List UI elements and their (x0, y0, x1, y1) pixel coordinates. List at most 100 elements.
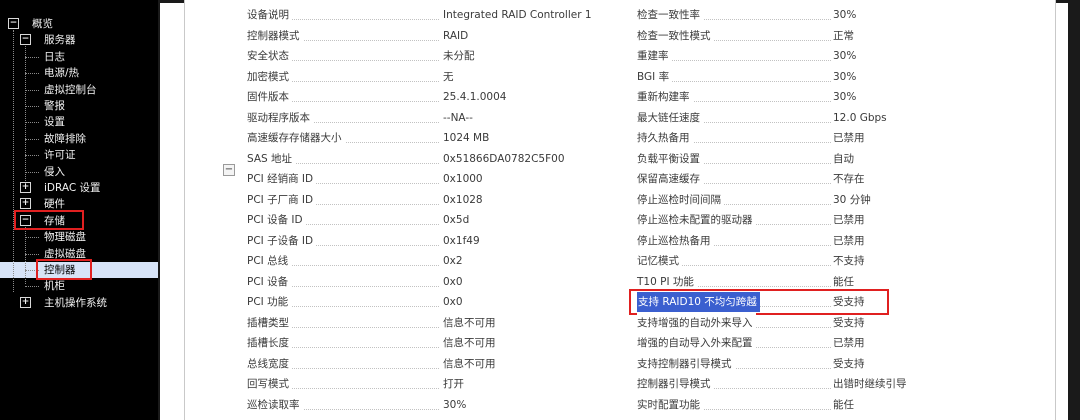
sidebar-item-alerts[interactable]: 警报 (44, 98, 65, 114)
controller-properties-panel: − 设备说明 Integrated RAID Controller 1 控制器模式 R… (184, 0, 1056, 420)
property-value: 未分配 (443, 50, 475, 62)
sidebar-item-idrac-settings[interactable]: iDRAC 设置 (44, 180, 101, 196)
sidebar-item-troubleshooting[interactable]: 故障排除 (44, 131, 86, 147)
property-row: 安全状态 未分配 (247, 46, 547, 66)
property-row: 支持增强的自动外来导入 受支持 (637, 312, 937, 333)
expand-toggle-idrac-settings[interactable]: + (20, 182, 31, 193)
property-value: 已禁用 (833, 234, 865, 247)
selected-row-highlight (0, 262, 158, 278)
property-label: PCI 经销商 ID (247, 169, 317, 189)
main-content: − 设备说明 Integrated RAID Controller 1 控制器模式 R… (160, 0, 1080, 420)
property-value: 12.0 Gbps (833, 111, 887, 124)
property-label: 加密模式 (247, 66, 292, 87)
property-label: PCI 设备 ID (247, 210, 306, 230)
property-row: 加密模式 无 (247, 66, 547, 87)
property-row: 支持 RAID10 不均匀跨越 受支持 (637, 292, 937, 312)
property-row: 驱动程序版本 --NA-- (247, 107, 547, 128)
property-value: 信息不可用 (443, 357, 496, 370)
property-label: 控制器模式 (247, 25, 303, 46)
tree-connector (25, 155, 39, 157)
expand-toggle-hardware[interactable]: + (20, 198, 31, 210)
tree-connector (25, 56, 39, 58)
sidebar-item-licenses[interactable]: 许可证 (44, 147, 76, 163)
sidebar-item-virtual-console[interactable]: 虚拟控制台 (44, 82, 97, 98)
sidebar-item-controllers[interactable]: 控制器 (44, 262, 76, 278)
property-label: 回写模式 (247, 374, 292, 394)
property-value: 25.4.1.0004 (443, 91, 507, 103)
property-row: 实时配置功能 能任 (637, 394, 937, 415)
sidebar-item-settings[interactable]: 设置 (44, 114, 65, 130)
property-row: 控制器模式 RAID (247, 25, 547, 46)
tree-connector (25, 106, 39, 107)
property-value: 0x1000 (443, 173, 483, 185)
property-row: PCI 子厂商 ID 0x1028 (247, 189, 547, 210)
property-label: PCI 子厂商 ID (247, 189, 317, 210)
sidebar-item-virtual-disks[interactable]: 虚拟磁盘 (44, 246, 86, 262)
property-value: --NA-- (443, 111, 473, 124)
sidebar-item-overview[interactable]: 概览 (32, 16, 53, 32)
property-value: 0x0 (443, 275, 463, 288)
property-row: 检查一致性率 30% (637, 5, 937, 25)
property-value: 0x5d (443, 214, 470, 226)
property-value: 30% (443, 398, 467, 411)
property-value: 无 (443, 70, 454, 83)
sidebar-item-physical-disks[interactable]: 物理磁盘 (44, 229, 86, 245)
sidebar-item-hardware[interactable]: 硬件 (44, 196, 65, 212)
property-label: 控制器引导模式 (637, 374, 714, 394)
property-value: 30% (833, 9, 857, 21)
property-label: 安全状态 (247, 46, 292, 66)
sidebar-item-server[interactable]: 服务器 (44, 32, 76, 48)
property-row: 设备说明 Integrated RAID Controller 1 (247, 5, 592, 25)
sidebar-item-logs[interactable]: 日志 (44, 49, 65, 65)
property-label: 停止巡检时间间隔 (637, 189, 724, 210)
property-value: 信息不可用 (443, 337, 496, 349)
property-label: 停止巡检热备用 (637, 230, 714, 251)
property-value: 打开 (443, 378, 464, 390)
property-value: 受支持 (833, 296, 865, 308)
property-row: 持久热备用 已禁用 (637, 128, 937, 148)
property-label: T10 PI 功能 (637, 271, 697, 292)
expand-toggle-host-os[interactable]: + (20, 296, 31, 308)
property-value: 0x0 (443, 296, 463, 308)
property-label: PCI 功能 (247, 292, 292, 312)
property-row: 停止巡检未配置的驱动器 已禁用 (637, 210, 937, 230)
property-label: 检查一致性率 (637, 5, 703, 25)
sidebar-item-power-thermal[interactable]: 电源/热 (44, 65, 79, 81)
collapse-section-button[interactable]: − (223, 164, 235, 176)
tree-connector (25, 286, 39, 288)
property-value: 0x2 (443, 255, 463, 267)
property-label: 插槽类型 (247, 312, 292, 333)
sidebar-item-storage[interactable]: 存储 (44, 213, 65, 229)
property-row: 回写模式 打开 (247, 374, 547, 394)
collapse-toggle-storage[interactable]: − (20, 214, 31, 226)
property-label: 设备说明 (247, 5, 292, 25)
property-row: 最大链任速度 12.0 Gbps (637, 107, 937, 128)
property-row: 巡检读取率 30% (247, 394, 547, 415)
property-value: 30% (833, 70, 857, 83)
property-row: 支持控制器引导模式 受支持 (637, 353, 937, 374)
property-value: 能任 (833, 398, 854, 411)
sidebar-item-enclosures[interactable]: 机柜 (44, 278, 65, 294)
sidebar-item-intrusion[interactable]: 侵入 (44, 164, 65, 180)
property-row: T10 PI 功能 能任 (637, 271, 937, 292)
property-row: PCI 子设备 ID 0x1f49 (247, 230, 547, 251)
property-value: 信息不可用 (443, 316, 496, 329)
collapse-toggle-overview[interactable]: − (8, 18, 19, 29)
property-row: 控制器引导模式 出错时继续引导 (637, 374, 937, 394)
property-row: PCI 功能 0x0 (247, 292, 547, 312)
property-label: 驱动程序版本 (247, 107, 313, 128)
property-row: 固件版本 25.4.1.0004 (247, 87, 547, 107)
sidebar-item-host-os[interactable]: 主机操作系统 (44, 295, 107, 311)
collapse-toggle-server[interactable]: − (20, 34, 31, 46)
property-value: 0x1f49 (443, 234, 480, 247)
property-label: SAS 地址 (247, 148, 296, 169)
property-label: 保留高速缓存 (637, 169, 703, 189)
property-row: SAS 地址 0x51866DA0782C5F00 (247, 148, 565, 169)
tree-connector (25, 89, 39, 91)
property-label: PCI 子设备 ID (247, 230, 317, 251)
tree-connector (25, 225, 26, 285)
property-row: BGI 率 30% (637, 66, 937, 87)
property-label: 巡检读取率 (247, 394, 303, 415)
property-row: PCI 经销商 ID 0x1000 (247, 169, 547, 189)
property-label: 停止巡检未配置的驱动器 (637, 210, 756, 230)
